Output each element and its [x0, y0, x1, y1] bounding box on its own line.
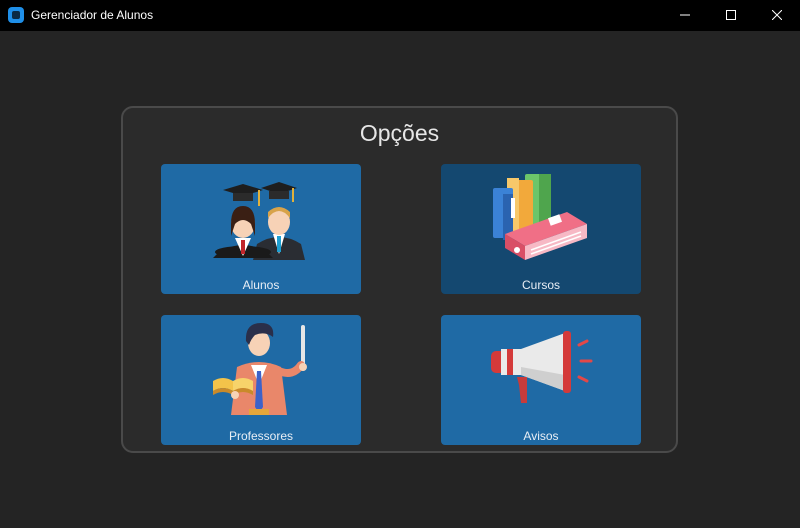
options-panel: Opções Alunos Cursos Professores Avisos	[121, 106, 678, 453]
minimize-icon	[680, 14, 690, 16]
avisos-label: Avisos	[523, 429, 559, 443]
minimize-button[interactable]	[662, 0, 708, 31]
window-title: Gerenciador de Alunos	[31, 8, 154, 22]
app-icon	[8, 7, 24, 23]
panel-title: Opções	[359, 120, 440, 146]
maximize-icon	[726, 10, 736, 20]
cursos-label: Cursos	[521, 278, 560, 292]
professores-label: Professores	[228, 429, 294, 443]
close-button[interactable]	[754, 0, 800, 31]
maximize-button[interactable]	[708, 0, 754, 31]
megaphone-icon	[491, 331, 593, 403]
graduates-icon	[213, 182, 305, 260]
close-icon	[772, 10, 782, 20]
teacher-icon	[213, 323, 307, 415]
title-bar: Gerenciador de Alunos	[0, 0, 800, 31]
alunos-label: Alunos	[242, 278, 280, 292]
books-icon	[493, 174, 587, 260]
avisos-button[interactable]: Avisos	[441, 315, 641, 445]
alunos-button[interactable]: Alunos	[161, 164, 361, 294]
professores-button[interactable]: Professores	[161, 315, 361, 445]
cursos-button[interactable]: Cursos	[441, 164, 641, 294]
